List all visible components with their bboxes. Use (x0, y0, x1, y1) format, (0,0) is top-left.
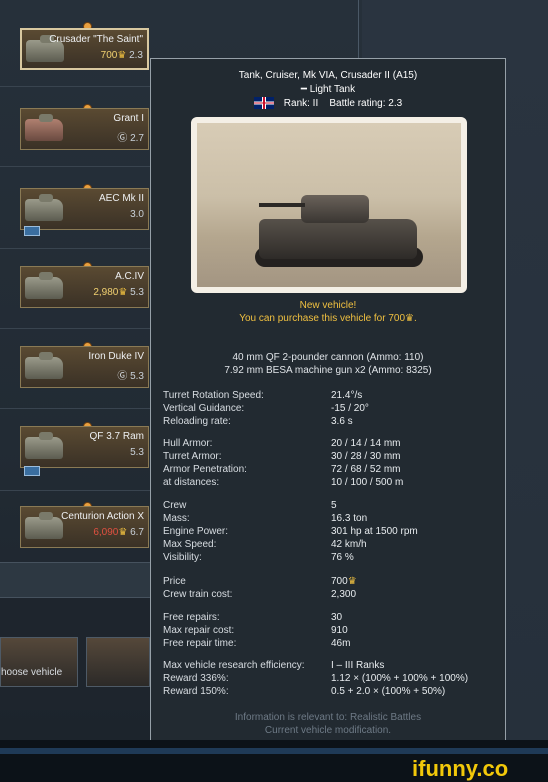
crew-card[interactable] (86, 637, 150, 687)
tank-price-br: Ⓖ 5.3 (117, 371, 144, 382)
tank-price-br: 700♛ 2.3 (100, 50, 143, 61)
uk-flag-icon (253, 97, 274, 110)
tank-price-br: 5.3 (130, 447, 144, 458)
purchase-text: You can purchase this vehicle for 700♛. (239, 313, 417, 324)
tank-card-acIV[interactable]: A.C.IV 2,980♛ 5.3 (20, 266, 149, 308)
tank-price-br: Ⓖ 2.7 (117, 133, 144, 144)
tank-card-grant[interactable]: Grant I Ⓖ 2.7 (20, 108, 149, 150)
tank-card-iron-duke[interactable]: Iron Duke IV Ⓖ 5.3 (20, 346, 149, 388)
info-footer: Information is relevant to: Realistic Ba… (234, 712, 422, 723)
tank-price-br: 3.0 (130, 209, 144, 220)
tank-card-crusader[interactable]: Crusader "The Saint" 700♛ 2.3 (20, 28, 149, 70)
tank-name: A.C.IV (115, 271, 144, 282)
vehicle-tooltip: Tank, Cruiser, Mk VIA, Crusader II (A15)… (150, 58, 506, 746)
weapon-secondary: 7.92 mm BESA machine gun x2 (Ammo: 8325) (224, 365, 432, 376)
new-vehicle-label: New vehicle! (299, 300, 357, 311)
tank-card-ram[interactable]: QF 3.7 Ram 5.3 (20, 426, 149, 468)
tank-name: Grant I (113, 113, 144, 124)
tank-thumbnail (25, 194, 63, 221)
rank-label: Rank: II (283, 98, 319, 109)
weapon-primary: 40 mm QF 2-pounder cannon (Ammo: 110) (232, 352, 424, 363)
vehicle-group-icon (24, 466, 40, 476)
tank-thumbnail (25, 432, 63, 459)
tank-thumbnail (25, 352, 63, 379)
tank-name: Crusader "The Saint" (49, 34, 143, 45)
vehicle-title: Tank, Cruiser, Mk VIA, Crusader II (A15) (238, 70, 418, 81)
vehicle-group-icon (24, 226, 40, 236)
tank-thumbnail (25, 512, 63, 539)
tank-card-aec[interactable]: AEC Mk II 3.0 (20, 188, 149, 230)
vehicle-photo (191, 117, 467, 293)
watermark: ifunny.co (412, 756, 509, 781)
tank-name: QF 3.7 Ram (89, 431, 144, 442)
choose-vehicle-label: hoose vehicle (1, 667, 63, 678)
vehicle-rank-row: Rank: II Battle rating: 2.3 (151, 97, 505, 111)
tank-thumbnail (25, 114, 63, 141)
tank-price-br: 2,980♛ 5.3 (93, 287, 144, 298)
tank-price-br: 6,090♛ 6.7 (93, 527, 144, 538)
battle-rating-label: Battle rating: 2.3 (329, 98, 403, 109)
tank-thumbnail (25, 272, 63, 299)
tank-name: AEC Mk II (98, 193, 144, 204)
tank-card-centurion[interactable]: Centurion Action X 6,090♛ 6.7 (20, 506, 149, 548)
tank-name: Iron Duke IV (88, 351, 144, 362)
choose-vehicle-card[interactable]: hoose vehicle (0, 637, 78, 687)
info-footer-sub: Current vehicle modification. (264, 725, 392, 736)
tank-name: Centurion Action X (61, 511, 144, 522)
vehicle-class: ━ Light Tank (300, 84, 356, 95)
